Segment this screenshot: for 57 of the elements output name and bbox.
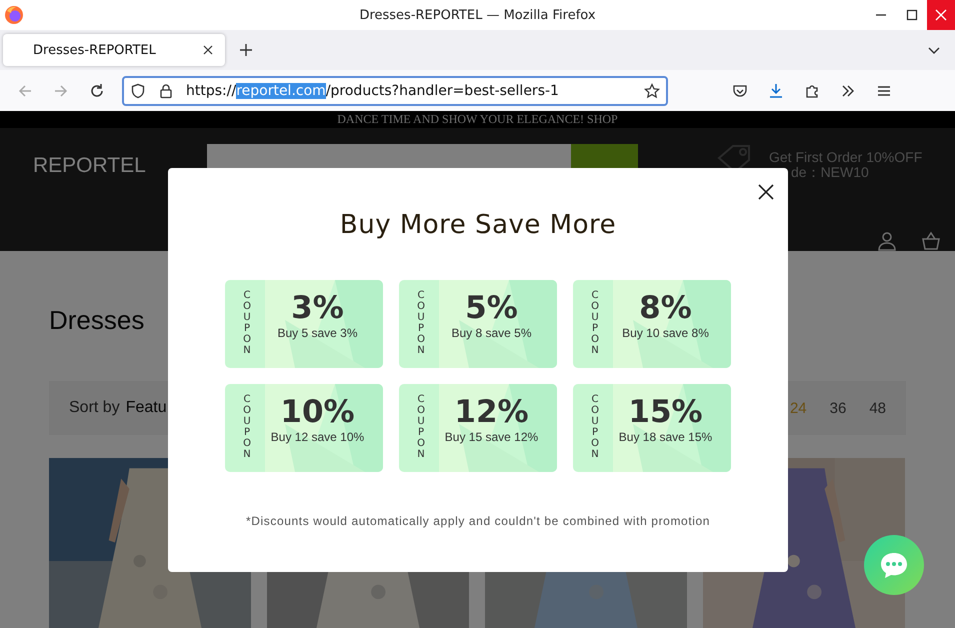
offer-text: de：NEW10 [791, 165, 870, 180]
puzzle-icon[interactable] [804, 82, 820, 98]
chat-bubble-icon [879, 551, 909, 579]
coupon-label: COUPON [590, 394, 600, 462]
url-text: https://reportel.com/products?handler=best-sellers-1 [186, 82, 559, 98]
coupon-card[interactable]: COUPON 5% Buy 8 save 5% [399, 280, 557, 368]
coupon-percent: 5% [465, 290, 518, 326]
page-heading: Dresses [49, 305, 144, 336]
firefox-logo-icon [4, 5, 24, 25]
sort-dropdown[interactable]: Featu [126, 399, 167, 417]
coupon-card[interactable]: COUPON 8% Buy 10 save 8% [573, 280, 731, 368]
star-icon[interactable] [644, 82, 660, 98]
close-icon [935, 9, 947, 21]
site-logo[interactable]: REPORTEL [33, 154, 207, 178]
coupon-percent: 10% [280, 394, 355, 430]
browser-tab[interactable]: Dresses-REPORTEL [3, 34, 225, 66]
coupon-text: Buy 12 save 10% [270, 430, 364, 444]
coupon-label: COUPON [590, 290, 600, 358]
window-title: Dresses-REPORTEL — Mozilla Firefox [359, 8, 596, 22]
coupon-label: COUPON [416, 290, 426, 358]
basket-icon[interactable] [921, 231, 941, 251]
pocket-icon[interactable] [732, 82, 748, 98]
coupon-percent: 8% [639, 290, 692, 326]
coupon-percent: 12% [454, 394, 529, 430]
per-page-option[interactable]: 48 [869, 400, 886, 416]
lock-icon[interactable] [158, 82, 174, 98]
close-icon[interactable] [758, 184, 774, 200]
per-page-option[interactable]: 36 [830, 400, 846, 416]
reload-icon[interactable] [89, 82, 105, 98]
chevrons-right-icon[interactable] [840, 82, 856, 98]
maximize-icon [906, 9, 918, 21]
sort-label: Sort by [69, 399, 120, 417]
dialog-note: *Discounts would automatically apply and couldn't be combined with promotion [246, 514, 710, 528]
coupon-card[interactable]: COUPON 15% Buy 18 save 15% [573, 384, 731, 472]
close-tab-icon[interactable] [203, 45, 213, 55]
coupon-text: Buy 10 save 8% [622, 326, 709, 340]
coupon-card[interactable]: COUPON 12% Buy 15 save 12% [399, 384, 557, 472]
coupon-text: Buy 15 save 12% [444, 430, 538, 444]
shield-icon[interactable] [130, 82, 146, 98]
coupon-text: Buy 18 save 15% [618, 430, 712, 444]
coupon-text: Buy 5 save 3% [277, 326, 358, 340]
offer-text: Get First Order 10%OFF [769, 150, 922, 165]
coupon-label: COUPON [242, 290, 252, 358]
coupon-card[interactable]: COUPON 10% Buy 12 save 10% [225, 384, 383, 472]
coupon-percent: 3% [291, 290, 344, 326]
coupon-percent: 15% [628, 394, 703, 430]
address-bar[interactable]: https://reportel.com/products?handler=best-sellers-1 [122, 76, 668, 106]
close-button[interactable] [927, 0, 955, 30]
coupon-text: Buy 8 save 5% [451, 326, 532, 340]
new-tab-icon[interactable] [239, 43, 253, 57]
coupon-label: COUPON [242, 394, 252, 462]
download-icon[interactable] [768, 82, 784, 98]
coupon-card[interactable]: COUPON 3% Buy 5 save 3% [225, 280, 383, 368]
account-icon[interactable] [877, 231, 897, 251]
coupon-label: COUPON [416, 394, 426, 462]
promo-text: DANCE TIME AND SHOW YOUR ELEGANCE! SHOP [337, 112, 618, 127]
dialog-title: Buy More Save More [340, 210, 616, 240]
